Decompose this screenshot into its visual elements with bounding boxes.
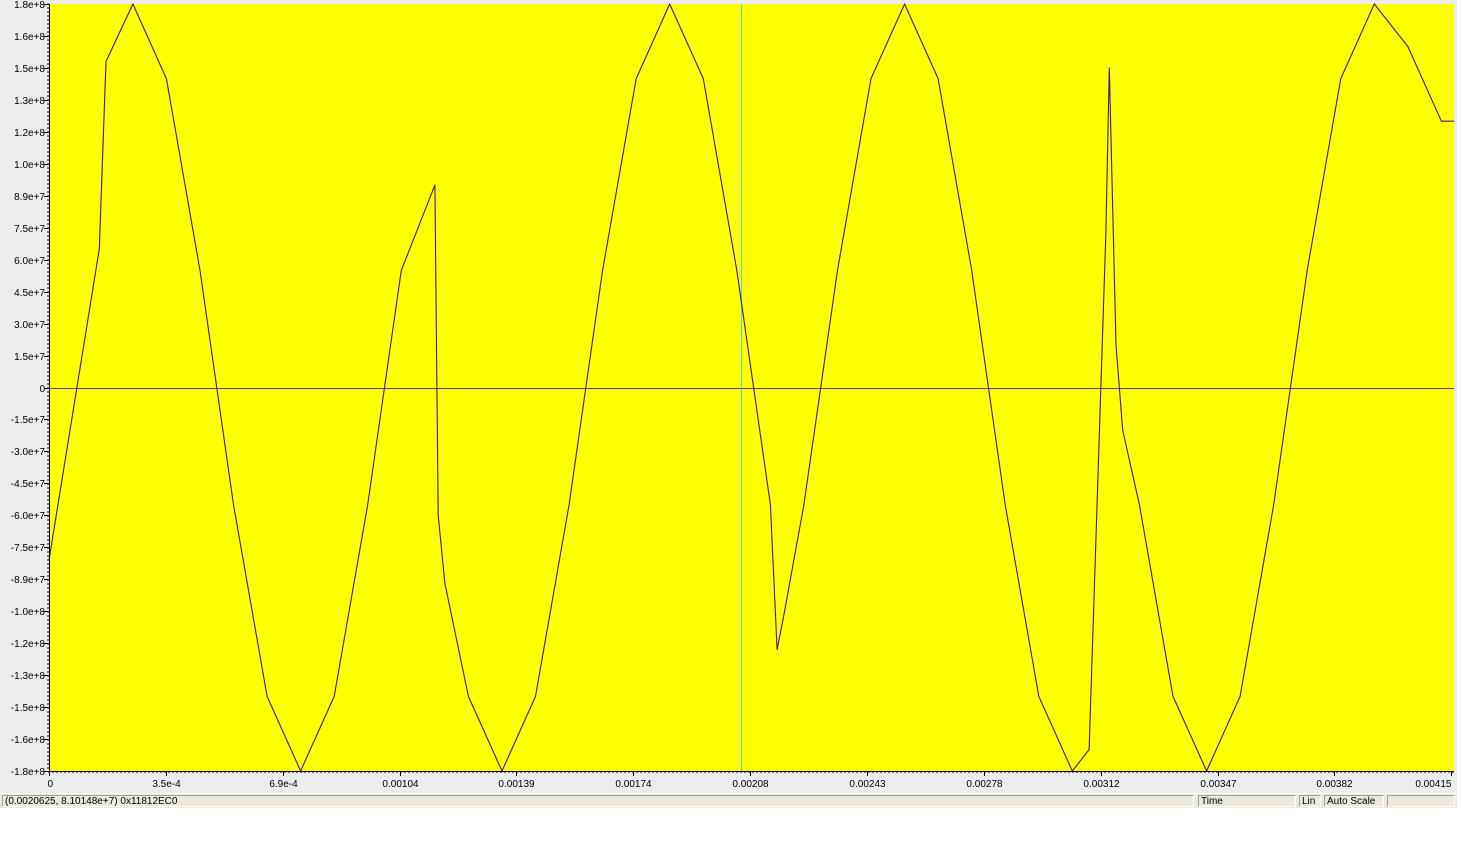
- x-tick-label: 0.00415: [1415, 779, 1452, 790]
- y-tick-label: 1.0e+8: [14, 160, 45, 171]
- y-tick-label: 1.5e+7: [14, 352, 45, 363]
- x-tick-label: 0: [48, 779, 54, 790]
- y-tick-label: 4.5e+7: [14, 288, 45, 299]
- x-tick-label: 0.00278: [966, 779, 1003, 790]
- status-bar: (0.0020625, 8.10148e+7) 0x11812EC0 Time …: [0, 793, 1457, 808]
- chart[interactable]: 1.8e+8 1.6e+8 1.5e+8 1.3e+8 1.2e+8 1.0e+8 8.9e…: [0, 0, 1457, 793]
- y-tick-label: -1.5e+7: [11, 415, 46, 426]
- x-tick-label: 6.9e-4: [269, 779, 298, 790]
- x-tick-label: 0.00243: [849, 779, 886, 790]
- y-tick-label: 1.5e+8: [14, 64, 45, 75]
- y-tick-label: -1.0e+8: [11, 607, 46, 618]
- x-axis-ticks: 0 3.5e-4 6.9e-4 0.00104 0.00139 0.00174 0.0020…: [48, 771, 1454, 790]
- x-axis-variable-pane[interactable]: Time: [1198, 795, 1296, 807]
- y-tick-label: 1.3e+8: [14, 96, 45, 107]
- y-tick-label: 6.0e+7: [14, 256, 45, 267]
- x-tick-label: 0.00382: [1316, 779, 1353, 790]
- x-tick-label: 0.00208: [732, 779, 769, 790]
- y-tick-label: -4.5e+7: [11, 479, 46, 490]
- x-tick-label: 0.00104: [382, 779, 419, 790]
- y-tick-label: -1.3e+8: [11, 671, 46, 682]
- y-axis-ticks: 1.8e+8 1.6e+8 1.5e+8 1.3e+8 1.2e+8 1.0e+8 8.9e…: [11, 0, 49, 778]
- y-tick-label: 7.5e+7: [14, 224, 45, 235]
- y-tick-label: 0: [39, 384, 45, 395]
- y-tick-label: 3.0e+7: [14, 320, 45, 331]
- y-tick-label: 1.6e+8: [14, 32, 45, 43]
- y-tick-label: -3.0e+7: [11, 447, 46, 458]
- y-tick-label: -7.5e+7: [11, 543, 46, 554]
- y-tick-label: -1.8e+8: [11, 767, 46, 778]
- auto-scale-pane[interactable]: Auto Scale: [1324, 795, 1384, 807]
- y-tick-label: -1.5e+8: [11, 703, 46, 714]
- y-tick-label: 1.8e+8: [14, 0, 45, 11]
- x-tick-label: 3.5e-4: [152, 779, 181, 790]
- y-tick-label: 8.9e+7: [14, 192, 45, 203]
- x-tick-label: 0.00174: [615, 779, 652, 790]
- x-tick-label: 0.00139: [498, 779, 535, 790]
- x-tick-label: 0.00312: [1083, 779, 1120, 790]
- status-extra-pane: [1387, 795, 1455, 807]
- y-tick-label: -6.0e+7: [11, 511, 46, 522]
- y-tick-label: -1.6e+8: [11, 735, 46, 746]
- y-tick-label: -1.2e+8: [11, 639, 46, 650]
- y-tick-label: 1.2e+8: [14, 128, 45, 139]
- cursor-coordinates-readout: (0.0020625, 8.10148e+7) 0x11812EC0: [2, 795, 1194, 807]
- x-tick-label: 0.00347: [1200, 779, 1237, 790]
- plot-window: 1.8e+8 1.6e+8 1.5e+8 1.3e+8 1.2e+8 1.0e+8 8.9e…: [0, 0, 1457, 793]
- y-tick-label: -8.9e+7: [11, 575, 46, 586]
- scale-type-pane[interactable]: Lin: [1299, 795, 1321, 807]
